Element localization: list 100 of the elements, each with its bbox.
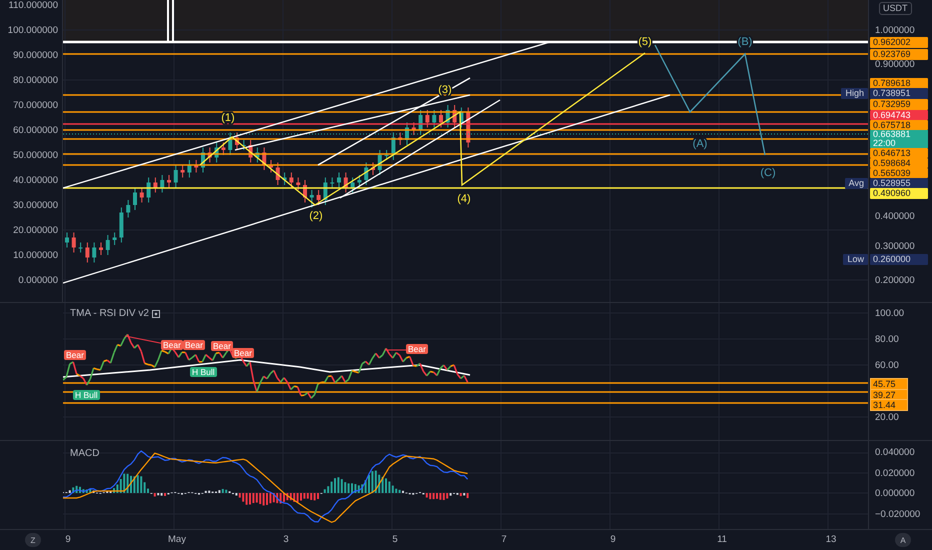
candle (446, 104, 450, 128)
axis-label: 0.400000 (875, 211, 915, 222)
marker-label: High (841, 88, 868, 98)
candle (187, 160, 192, 178)
candle (99, 242, 103, 256)
price-tag: 0.675718 (870, 120, 928, 130)
price-tag: 0.923769 (870, 49, 928, 60)
candle (208, 147, 212, 163)
wave-label: (2) (309, 210, 323, 222)
price-tag: 0.694743 (870, 110, 928, 120)
candle (384, 150, 389, 160)
candle (133, 187, 137, 210)
price-tag: 0.528955 (870, 178, 928, 188)
candle (65, 232, 69, 248)
indicator-title[interactable]: MACD (70, 448, 100, 459)
currency-label[interactable]: USDT (879, 2, 912, 15)
candle (119, 207, 124, 243)
auto-scale-button[interactable]: A (895, 533, 911, 547)
candle (439, 110, 443, 128)
candle (364, 162, 368, 186)
candle (418, 110, 423, 136)
wave-label: (B) (738, 36, 752, 48)
axis-label: 40.000000 (13, 174, 58, 186)
level-tag: 45.75 (870, 378, 908, 390)
signal-badge: H Bull (190, 367, 217, 377)
axis-label: 10.000000 (13, 250, 58, 260)
candle (412, 122, 416, 136)
time-label: 5 (392, 534, 398, 545)
price-tag: 0.738951 (870, 88, 928, 98)
candle (330, 177, 334, 188)
time-label: 3 (283, 534, 289, 545)
candle (425, 110, 430, 128)
candle (248, 140, 253, 163)
axis-label: 80.000000 (13, 74, 58, 86)
level-tag: 31.44 (870, 399, 908, 411)
candle (85, 242, 90, 263)
price-tag: 0.732959 (870, 99, 928, 110)
axis-label: 60.000000 (13, 124, 58, 136)
indicator-title[interactable]: TMA - RSI DIV v2 (70, 308, 149, 319)
candle (180, 164, 185, 178)
candle (459, 107, 464, 128)
candle (282, 172, 287, 186)
candle (398, 132, 402, 146)
candle (316, 190, 321, 206)
signal-badge: Bear (232, 348, 254, 358)
axis-label: 0.300000 (875, 241, 915, 252)
candle (126, 200, 130, 218)
axis-label: 0.020000 (875, 468, 915, 478)
axis-label: 50.000000 (13, 150, 58, 160)
price-tag: 0.663881 22:00 (870, 130, 928, 148)
candle (296, 177, 300, 190)
signal-badge: Bear (64, 350, 86, 360)
candle (276, 162, 280, 186)
axis-label: 0.900000 (875, 59, 915, 70)
candle (194, 160, 198, 173)
candle (228, 132, 232, 156)
axis-label: 100.000000 (8, 24, 58, 36)
axis-label: 0.000000 (18, 274, 58, 286)
candle (221, 142, 226, 156)
vertical-line (172, 0, 174, 42)
candle (255, 147, 260, 163)
price-tag: 0.646713 (870, 148, 928, 158)
candle (92, 242, 96, 263)
price-tag: 0.962002 (870, 37, 928, 48)
candle (344, 172, 348, 193)
price-tag: 0.789618 (870, 78, 928, 88)
axis-label: 90.000000 (13, 50, 58, 60)
signal-badge: Bear (161, 340, 183, 350)
time-label: 9 (65, 534, 71, 545)
vertical-line (167, 0, 169, 42)
candle (153, 177, 158, 193)
axis-label: −0.020000 (875, 508, 920, 520)
candle (405, 122, 409, 146)
wave-label: (1) (221, 112, 235, 124)
axis-label: 30.000000 (13, 200, 58, 210)
axis-label: 110.000000 (8, 0, 58, 10)
candle (201, 147, 205, 173)
candle (371, 162, 375, 176)
candle (112, 232, 117, 246)
settings-icon[interactable] (152, 310, 160, 318)
candle (337, 172, 341, 188)
candle (262, 147, 266, 170)
candle (167, 174, 171, 188)
candle (357, 174, 362, 188)
candle (378, 150, 382, 176)
candle (160, 174, 164, 193)
candle (350, 177, 355, 193)
signal-badge: H Bull (73, 390, 100, 400)
time-label: May (168, 534, 186, 545)
scale-button[interactable]: Z (25, 533, 41, 547)
wave-label: (5) (638, 36, 652, 48)
axis-label: 20.00 (875, 412, 899, 423)
candle (72, 232, 76, 253)
marker-label: Low (843, 254, 868, 264)
marker-label: Avg (844, 178, 868, 188)
axis-label: 60.00 (875, 360, 899, 371)
wave-label: (C) (760, 167, 776, 179)
price-tag: 0.598684 (870, 158, 928, 168)
price-tag: 0.260000 (870, 254, 928, 264)
time-label: 9 (610, 534, 616, 545)
